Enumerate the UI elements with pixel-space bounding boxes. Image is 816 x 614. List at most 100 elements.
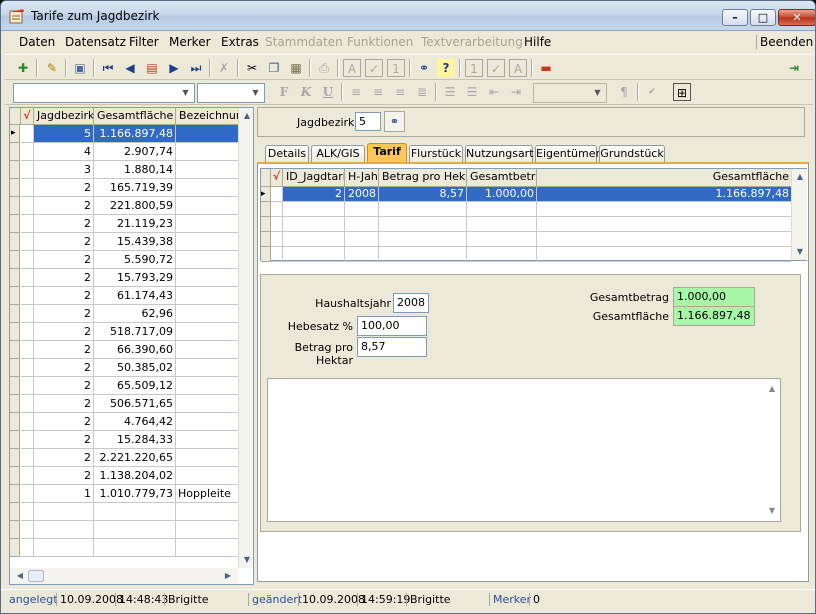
menu-textverarbeitung[interactable]: Textverarbeitung (421, 35, 523, 49)
tab-alk-gis[interactable]: ALK/GIS (311, 145, 365, 163)
filter-icon[interactable]: ▬ (537, 59, 555, 77)
table-row[interactable]: 2 15.284,33 (10, 431, 240, 449)
table-row[interactable]: 2 5.590,72 (10, 251, 240, 269)
cell-flaeche[interactable]: 62,96 (94, 305, 176, 323)
row-selector[interactable] (261, 232, 271, 247)
column-header-gesamtbetrag[interactable]: Gesamtbetrag (467, 169, 537, 187)
print-icon[interactable]: ⎙ (315, 59, 333, 77)
jagdbezirk-grid[interactable]: √ Jagdbezirk Gesamtfläche Bezeichnung ▸ 5… (9, 107, 254, 585)
new-record-icon[interactable]: ✚ (14, 59, 32, 77)
cell-bez[interactable]: Hoppleite (176, 485, 240, 503)
number-box-icon[interactable]: 1 (465, 59, 483, 77)
title-bar[interactable]: Tarife zum Jagdbezirk – □ ✕ (1, 1, 815, 31)
table-row[interactable]: 2 165.719,39 (10, 179, 240, 197)
cell-bez[interactable] (176, 269, 240, 287)
cell-jahr[interactable]: 2008 (345, 187, 379, 202)
cell-flaeche[interactable]: 221.800,59 (94, 197, 176, 215)
cell-flaeche[interactable] (537, 247, 792, 262)
tarif-grid[interactable]: √ ID_Jagdtarif H-Jahr Betrag pro Hektar … (260, 168, 807, 262)
row-selector[interactable] (10, 485, 20, 503)
cell-flaeche[interactable]: 2.221.220,65 (94, 449, 176, 467)
cell-jagdbezirk[interactable]: 1 (34, 485, 94, 503)
cell-id[interactable] (283, 217, 345, 232)
cell-flaeche[interactable]: 66.390,60 (94, 341, 176, 359)
menu-funktionen[interactable]: Funktionen (347, 35, 413, 49)
first-record-icon[interactable]: ⏮ (99, 59, 117, 77)
cell-bez[interactable] (176, 287, 240, 305)
cell-bez[interactable] (176, 143, 240, 161)
cell-flaeche[interactable] (94, 521, 176, 539)
menu-datensatz[interactable]: Datensatz (65, 35, 126, 49)
check-column-header[interactable]: √ (21, 108, 34, 125)
indent-icon[interactable]: ⇥ (507, 83, 525, 101)
cell-flaeche[interactable]: 15.793,29 (94, 269, 176, 287)
tab-tarif[interactable]: Tarif (367, 143, 407, 163)
cell-bez[interactable] (176, 161, 240, 179)
cell-jagdbezirk[interactable]: 2 (34, 215, 94, 233)
scroll-down-icon[interactable]: ▼ (239, 552, 253, 568)
vertical-scrollbar[interactable]: ▲ ▼ (791, 169, 807, 260)
table-row[interactable]: 2 4.764,42 (10, 413, 240, 431)
row-selector[interactable] (10, 341, 20, 359)
cell-flaeche[interactable]: 4.764,42 (94, 413, 176, 431)
jagdbezirk-field[interactable]: 5 (355, 112, 381, 131)
menu-filter[interactable]: Filter (129, 35, 159, 49)
table-row[interactable] (261, 202, 792, 217)
cell-jahr[interactable] (345, 232, 379, 247)
table-row[interactable]: 2 2.221.220,65 (10, 449, 240, 467)
cell-flaeche[interactable]: 1.166.897,48 (537, 187, 792, 202)
row-selector[interactable] (10, 215, 20, 233)
check-cell[interactable] (21, 449, 34, 467)
table-row[interactable]: 2 62,96 (10, 305, 240, 323)
check-cell[interactable] (21, 197, 34, 215)
check-box-icon[interactable]: ✓ (365, 59, 383, 77)
search-binoculars-icon[interactable]: ⚭ (415, 59, 433, 77)
check-cell[interactable] (21, 161, 34, 179)
cell-bez[interactable] (176, 179, 240, 197)
text-a-icon[interactable]: A (509, 59, 527, 77)
menu-merker[interactable]: Merker (169, 35, 211, 49)
cell-flaeche[interactable]: 5.590,72 (94, 251, 176, 269)
cell-betrag[interactable]: 8,57 (379, 187, 467, 202)
menu-hilfe[interactable]: Hilfe (524, 35, 551, 49)
check-cell[interactable] (21, 125, 34, 143)
cell-jagdbezirk[interactable]: 2 (34, 467, 94, 485)
column-header-bezeichnung[interactable]: Bezeichnung (176, 108, 240, 125)
outdent-icon[interactable]: ⇤ (485, 83, 503, 101)
row-selector[interactable] (10, 539, 20, 557)
table-row[interactable]: 3 1.880,14 (10, 161, 240, 179)
cell-betrag[interactable] (379, 202, 467, 217)
cell-jagdbezirk[interactable]: 2 (34, 377, 94, 395)
check-cell[interactable] (21, 215, 34, 233)
page-setup-icon[interactable]: ⊞ (673, 83, 691, 101)
row-selector[interactable] (10, 467, 20, 485)
row-selector[interactable] (10, 521, 20, 539)
table-row[interactable]: 2 506.571,65 (10, 395, 240, 413)
row-selector[interactable] (10, 395, 20, 413)
next-record-icon[interactable]: ▶ (165, 59, 183, 77)
copy-icon[interactable]: ❐ (265, 59, 283, 77)
check-cell[interactable] (21, 431, 34, 449)
row-selector[interactable] (10, 143, 20, 161)
check-cell[interactable] (271, 247, 283, 262)
cell-betrag[interactable] (379, 232, 467, 247)
tab-grundstueck[interactable]: Grundstück (599, 145, 665, 163)
cell-jagdbezirk[interactable]: 2 (34, 449, 94, 467)
style-combo[interactable]: ▼ (533, 83, 607, 103)
cell-flaeche[interactable]: 65.509,12 (94, 377, 176, 395)
check-cell[interactable] (21, 251, 34, 269)
row-selector[interactable] (10, 287, 20, 305)
cell-flaeche[interactable] (94, 503, 176, 521)
cell-id[interactable] (283, 247, 345, 262)
check-cell[interactable] (21, 179, 34, 197)
table-row[interactable]: ▸ 2 2008 8,57 1.000,00 1.166.897,48 (261, 187, 792, 202)
check-cell[interactable] (21, 233, 34, 251)
maximize-button[interactable]: □ (750, 9, 776, 26)
cell-jagdbezirk[interactable]: 2 (34, 431, 94, 449)
cell-jagdbezirk[interactable]: 2 (34, 341, 94, 359)
cell-bez[interactable] (176, 323, 240, 341)
check-cell[interactable] (21, 521, 34, 539)
cell-bez[interactable] (176, 503, 240, 521)
menu-stammdaten[interactable]: Stammdaten (265, 35, 343, 49)
close-button[interactable]: ✕ (778, 9, 815, 26)
